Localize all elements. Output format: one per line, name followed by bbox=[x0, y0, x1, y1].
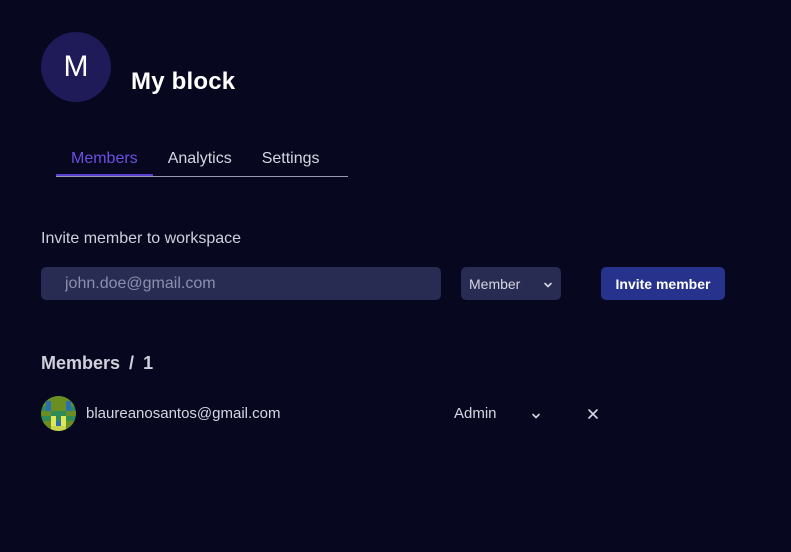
role-select-value: Member bbox=[469, 275, 521, 292]
workspace-avatar-letter: M bbox=[63, 50, 89, 83]
invite-label: Invite member to workspace bbox=[41, 230, 242, 247]
email-field[interactable] bbox=[41, 267, 441, 300]
member-role-select[interactable]: Admin bbox=[454, 402, 546, 424]
tab-members[interactable]: Members bbox=[56, 142, 153, 176]
members-heading: Members / 1 bbox=[41, 353, 153, 374]
tab-analytics[interactable]: Analytics bbox=[153, 142, 247, 176]
tab-settings[interactable]: Settings bbox=[247, 142, 335, 176]
members-count: 1 bbox=[143, 353, 154, 373]
chevron-down-icon bbox=[543, 277, 553, 293]
tab-bar: Members Analytics Settings bbox=[56, 142, 348, 177]
members-heading-separator: / bbox=[129, 353, 135, 373]
role-select[interactable]: Member bbox=[461, 267, 561, 300]
invite-member-button[interactable]: Invite member bbox=[601, 267, 725, 300]
member-row: blaureanosantos@gmail.com Admin bbox=[41, 396, 621, 432]
members-heading-label: Members bbox=[41, 353, 121, 373]
workspace-avatar: M bbox=[41, 32, 111, 102]
member-email: blaureanosantos@gmail.com bbox=[86, 405, 281, 422]
remove-member-button[interactable] bbox=[585, 406, 601, 422]
pixel-identicon-icon bbox=[41, 396, 76, 431]
member-role-value: Admin bbox=[454, 404, 497, 422]
chevron-down-icon bbox=[531, 408, 541, 425]
workspace-settings-page: M My block Members Analytics Settings In… bbox=[0, 0, 791, 552]
close-icon bbox=[588, 409, 598, 419]
page-title: My block bbox=[131, 68, 236, 95]
